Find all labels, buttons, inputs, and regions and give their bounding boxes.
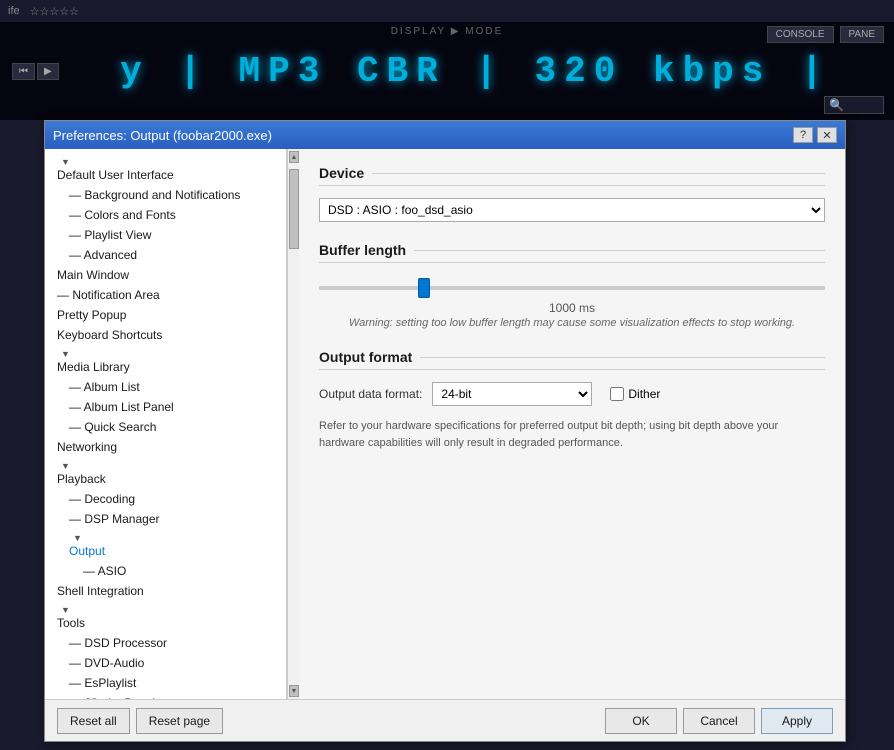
reset-all-button[interactable]: Reset all <box>57 708 130 734</box>
preferences-dialog: Preferences: Output (foobar2000.exe) ? ✕… <box>44 120 846 742</box>
reset-page-button[interactable]: Reset page <box>136 708 223 734</box>
buffer-warning: Warning: setting too low buffer length m… <box>319 317 825 329</box>
player-buttons: ⏮ ▶ <box>12 63 59 80</box>
tree-scrollbar[interactable]: ▲ ▼ <box>287 149 299 699</box>
tree-item-quick-search[interactable]: — Quick Search <box>45 417 286 437</box>
content-panel: Device DSD : ASIO : foo_dsd_asio Buffer … <box>299 149 845 699</box>
tree-item-asio[interactable]: — ASIO <box>45 561 286 581</box>
dialog-body: ▼Default User Interface — Background and… <box>45 149 845 699</box>
tree-item-advanced-ui[interactable]: — Advanced <box>45 245 286 265</box>
dialog-help-button[interactable]: ? <box>793 127 813 143</box>
app-title: ife <box>8 5 20 17</box>
tree-item-esplaylist[interactable]: — EsPlaylist <box>45 673 286 693</box>
dialog-titlebar: Preferences: Output (foobar2000.exe) ? ✕ <box>45 121 845 149</box>
device-section-label: Device <box>319 165 364 181</box>
tree-item-media-library[interactable]: ▼Media Library <box>45 345 286 377</box>
output-section-header: Output format <box>319 349 825 370</box>
tree-item-colors-fonts[interactable]: — Colors and Fonts <box>45 205 286 225</box>
prev-button[interactable]: ⏮ <box>12 63 35 80</box>
tree-item-default-user-interface[interactable]: ▼Default User Interface <box>45 153 286 185</box>
output-section-label: Output format <box>319 349 412 365</box>
buffer-section-label: Buffer length <box>319 242 406 258</box>
dialog-close-button[interactable]: ✕ <box>817 127 837 143</box>
top-controls: CONSOLE PANE <box>767 26 884 43</box>
output-section: Output format Output data format: 16-bit… <box>319 349 825 451</box>
format-description: Refer to your hardware specifications fo… <box>319 418 825 451</box>
tree-item-playlist-view[interactable]: — Playlist View <box>45 225 286 245</box>
tree-item-dsd-processor[interactable]: — DSD Processor <box>45 633 286 653</box>
visualizer-text: y | MP3 CBR | 320 kbps | <box>120 51 830 92</box>
app-background: ife ☆☆☆☆☆ DISPLAY ▶ MODE ⏮ ▶ y | MP3 CBR… <box>0 0 894 120</box>
tree-item-album-list[interactable]: — Album List <box>45 377 286 397</box>
footer-left: Reset all Reset page <box>57 708 599 734</box>
scrollbar-thumb[interactable] <box>289 169 299 249</box>
format-row: Output data format: 16-bit 24-bit 32-bit… <box>319 382 825 406</box>
output-format-label: Output data format: <box>319 387 422 401</box>
tree-item-tools[interactable]: ▼Tools <box>45 601 286 633</box>
tree-item-pretty-popup[interactable]: Pretty Popup <box>45 305 286 325</box>
tree-item-notification-area[interactable]: — Notification Area <box>45 285 286 305</box>
tree-item-playback[interactable]: ▼Playback <box>45 457 286 489</box>
buffer-slider-wrapper <box>319 275 825 297</box>
tree-item-networking[interactable]: Networking <box>45 437 286 457</box>
tree-item-decoding[interactable]: — Decoding <box>45 489 286 509</box>
pane-button[interactable]: PANE <box>840 26 885 43</box>
footer-right: OK Cancel Apply <box>605 708 833 734</box>
play-button[interactable]: ▶ <box>37 63 59 80</box>
rating-stars: ☆☆☆☆☆ <box>30 5 79 18</box>
tree-panel[interactable]: ▼Default User Interface — Background and… <box>45 149 287 699</box>
dither-checkbox[interactable] <box>610 387 624 401</box>
dither-area: Dither <box>610 387 660 401</box>
buffer-value: 1000 ms <box>319 301 825 315</box>
tree-item-album-list-panel[interactable]: — Album List Panel <box>45 397 286 417</box>
tree-item-dsp-manager[interactable]: — DSP Manager <box>45 509 286 529</box>
tree-item-output[interactable]: ▼ Output <box>45 529 286 561</box>
tree-item-background-notifications[interactable]: — Background and Notifications <box>45 185 286 205</box>
cancel-button[interactable]: Cancel <box>683 708 755 734</box>
left-panel: ▼Default User Interface — Background and… <box>45 149 299 699</box>
console-button[interactable]: CONSOLE <box>767 26 834 43</box>
player-area: DISPLAY ▶ MODE ⏮ ▶ y | MP3 CBR | 320 kbp… <box>0 22 894 120</box>
buffer-section: Buffer length 1000 ms Warning: setting t… <box>319 242 825 329</box>
buffer-slider[interactable] <box>319 286 825 290</box>
visualizer: y | MP3 CBR | 320 kbps | <box>69 51 882 92</box>
search-bar: 🔍 <box>824 96 884 114</box>
top-bar: ife ☆☆☆☆☆ <box>0 0 894 22</box>
format-dropdown-wrapper: 16-bit 24-bit 32-bit <box>432 382 592 406</box>
tree-item-dvd-audio[interactable]: — DVD-Audio <box>45 653 286 673</box>
device-dropdown[interactable]: DSD : ASIO : foo_dsd_asio <box>319 198 825 222</box>
dither-label: Dither <box>628 387 660 401</box>
apply-button[interactable]: Apply <box>761 708 833 734</box>
dialog-controls: ? ✕ <box>793 127 837 143</box>
dialog-title: Preferences: Output (foobar2000.exe) <box>53 128 272 143</box>
ok-button[interactable]: OK <box>605 708 677 734</box>
tree-item-keyboard-shortcuts[interactable]: Keyboard Shortcuts <box>45 325 286 345</box>
device-section-header: Device <box>319 165 825 186</box>
display-mode-label: DISPLAY ▶ MODE <box>391 26 504 37</box>
device-section: Device DSD : ASIO : foo_dsd_asio <box>319 165 825 222</box>
tree-item-main-window[interactable]: Main Window <box>45 265 286 285</box>
output-format-dropdown[interactable]: 16-bit 24-bit 32-bit <box>432 382 592 406</box>
tree-item-shell-integration[interactable]: Shell Integration <box>45 581 286 601</box>
buffer-section-header: Buffer length <box>319 242 825 263</box>
dialog-footer: Reset all Reset page OK Cancel Apply <box>45 699 845 741</box>
